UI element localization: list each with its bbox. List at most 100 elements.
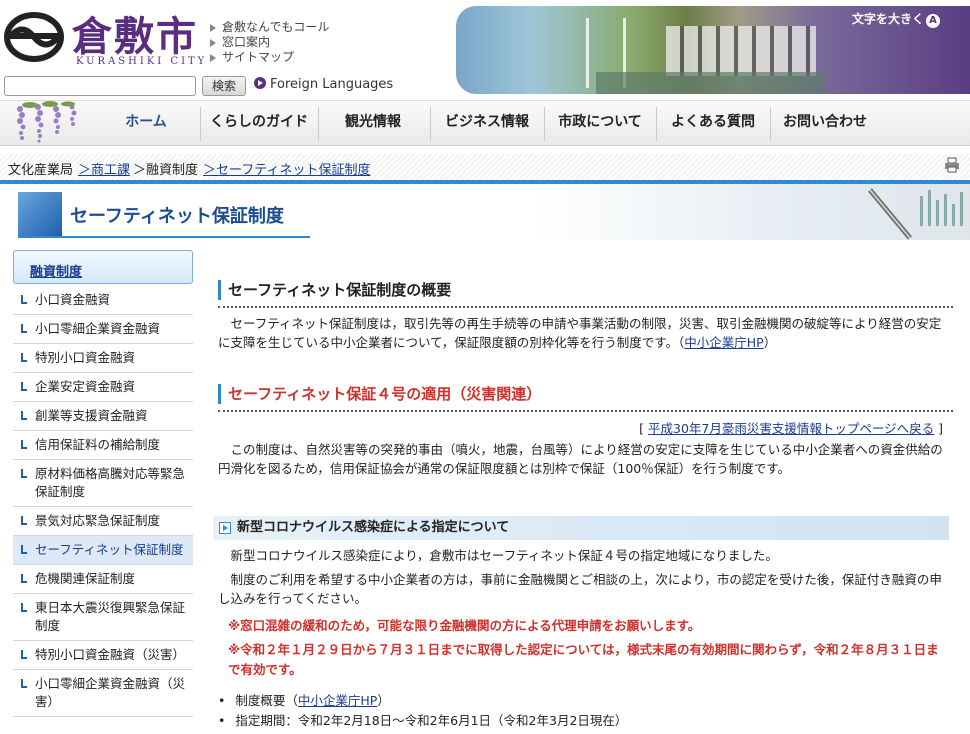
font-size-label: 文字を大きく xyxy=(852,12,925,26)
l-bullet-icon xyxy=(21,411,27,420)
heading-safety-net-no4: セーフティネット保証４号の適用（災害関連） xyxy=(218,384,541,404)
header-link-label: サイトマップ xyxy=(222,50,295,64)
corona-text-1: 新型コロナウイルス感染症により，倉敷市はセーフティネット保証４号の指定地域になり… xyxy=(230,548,778,563)
nav-city-government[interactable]: 市政について xyxy=(546,101,654,147)
sidebar-item[interactable]: 小口零細企業資金融資 xyxy=(13,315,193,344)
back-to-disaster-top-link[interactable]: 平成30年7月豪雨災害支援情報トップページへ戻る xyxy=(648,421,934,436)
l-bullet-icon xyxy=(21,353,27,362)
back-to-top-link-wrapper: [ 平成30年7月豪雨災害支援情報トップページへ戻る ] xyxy=(639,418,943,437)
no4-text: この制度は、自然災害等の突発的事由（噴火，地震，台風等）により経営の安定に支障を… xyxy=(218,442,943,476)
wisteria-decoration-icon xyxy=(17,101,77,143)
sidebar-item-label: セーフティネット保証制度 xyxy=(35,542,184,557)
bracket-open: [ xyxy=(639,421,649,436)
triangle-right-icon xyxy=(210,39,216,47)
sidebar-item[interactable]: 小口資金融資 xyxy=(13,286,193,315)
overview-body: セーフティネット保証制度は，取引先等の再生手続等の申請や事業活動の制限，災害、取… xyxy=(218,316,942,350)
bullet-link-sme-agency[interactable]: 中小企業庁HP xyxy=(298,693,377,708)
sidebar-item[interactable]: 景気対応緊急保証制度 xyxy=(13,507,193,536)
bullet-period: 指定期間：令和2年2月18日～令和2年6月1日（令和2年3月2日現在） xyxy=(218,712,627,730)
l-bullet-icon xyxy=(21,382,27,391)
print-icon[interactable] xyxy=(944,157,960,173)
triangle-right-icon xyxy=(210,54,216,62)
breadcrumb-link-commerce[interactable]: ＞商工課 xyxy=(78,159,130,178)
nav-tourism[interactable]: 観光情報 xyxy=(320,101,426,147)
l-bullet-icon xyxy=(21,440,27,449)
overview-close: ） xyxy=(763,335,777,350)
global-nav: ホーム くらしのガイド 観光情報 ビジネス情報 市政について よくある質問 お問… xyxy=(0,100,970,146)
l-bullet-icon xyxy=(21,295,27,304)
l-bullet-icon xyxy=(21,324,27,333)
nav-living-guide[interactable]: くらしのガイド xyxy=(202,101,316,147)
sidebar-item-label: 特別小口資金融資（災害） xyxy=(35,647,186,662)
sidebar-item-label: 信用保証料の補給制度 xyxy=(35,437,161,452)
nav-home[interactable]: ホーム xyxy=(96,101,196,147)
nav-business[interactable]: ビジネス情報 xyxy=(432,101,542,147)
sidebar-item-label: 特別小口資金融資 xyxy=(35,350,136,365)
sidebar-item[interactable]: 東日本大震災復興緊急保証制度 xyxy=(13,594,193,641)
l-bullet-icon xyxy=(21,469,27,478)
nav-contact[interactable]: お問い合わせ xyxy=(772,101,878,147)
sidebar-item[interactable]: 企業安定資金融資 xyxy=(13,373,193,402)
overview-text: セーフティネット保証制度は，取引先等の再生手続等の申請や事業活動の制限，災害、取… xyxy=(218,314,948,352)
font-size-button[interactable]: 文字を大きく A xyxy=(852,10,941,28)
sidebar-item[interactable]: 小口零細企業資金融資（災害） xyxy=(13,670,193,717)
sidebar-item[interactable]: 特別小口資金融資 xyxy=(13,344,193,373)
l-bullet-icon xyxy=(21,516,27,525)
corona-text-2: 制度のご利用を希望する中小企業者の方は，事前に金融機関とご相談の上，次により，市… xyxy=(218,572,942,606)
page-title: セーフティネット保証制度 xyxy=(70,206,284,227)
bullet-overview: 制度概要（中小企業庁HP） xyxy=(218,692,390,710)
sidebar-item-label: 小口零細企業資金融資 xyxy=(35,321,161,336)
header-link-counter[interactable]: 窓口案内 xyxy=(210,35,329,50)
page-title-area: セーフティネット保証制度 xyxy=(0,184,970,240)
play-circle-icon xyxy=(254,77,266,89)
breadcrumb-link-current[interactable]: ＞セーフティネット保証制度 xyxy=(203,159,370,178)
l-bullet-icon xyxy=(21,650,27,659)
sidebar-item-label: 原材料価格高騰対応等緊急保証制度 xyxy=(35,466,186,499)
l-bullet-icon xyxy=(21,603,27,612)
breadcrumb: 文化産業局 ＞商工課 ＞融資制度 ＞セーフティネット保証制度 xyxy=(0,154,970,180)
sidebar-item-label: 危機関連保証制度 xyxy=(35,571,136,586)
bullet-text: 制度概要（ xyxy=(235,693,298,708)
site-header: 倉敷市 KURASHIKI CITY 倉敷なんでもコール 窓口案内 サイトマップ… xyxy=(0,0,970,100)
sidebar-item[interactable]: 創業等支援資金融資 xyxy=(13,402,193,431)
sidebar-item[interactable]: 危機関連保証制度 xyxy=(13,565,193,594)
l-bullet-icon xyxy=(21,545,27,554)
header-links: 倉敷なんでもコール 窓口案内 サイトマップ xyxy=(210,20,329,65)
sidebar-item[interactable]: 信用保証料の補給制度 xyxy=(13,431,193,460)
search-input[interactable] xyxy=(4,76,196,96)
bullet-text: ） xyxy=(377,693,390,708)
sidebar-item-label: 東日本大震災復興緊急保証制度 xyxy=(35,600,186,633)
square-arrow-icon xyxy=(219,522,231,534)
sidebar-item-label: 景気対応緊急保証制度 xyxy=(35,513,161,528)
triangle-right-icon xyxy=(210,24,216,32)
sidebar-list: 小口資金融資 小口零細企業資金融資 特別小口資金融資 企業安定資金融資 創業等支… xyxy=(13,286,193,717)
search-button[interactable]: 検索 xyxy=(202,76,246,96)
header-link-label: 窓口案内 xyxy=(222,35,271,49)
sidebar-item-active[interactable]: セーフティネット保証制度 xyxy=(13,536,193,565)
sidebar-item-label: 小口零細企業資金融資（災害） xyxy=(35,676,186,709)
header-link-call[interactable]: 倉敷なんでもコール xyxy=(210,20,329,35)
breadcrumb-item: ＞融資制度 xyxy=(133,163,199,178)
title-square-icon xyxy=(18,192,62,236)
heading-corona: 新型コロナウイルス感染症による指定について xyxy=(213,516,949,540)
sidebar-header[interactable]: 融資制度 xyxy=(13,250,193,284)
site-logo[interactable]: 倉敷市 xyxy=(72,4,198,62)
red-note-proxy: ※窓口混雑の緩和のため，可能な限り金融機関の方による代理申請をお願いします。 xyxy=(228,618,701,633)
foreign-languages-label: Foreign Languages xyxy=(270,77,394,92)
l-bullet-icon xyxy=(21,574,27,583)
sidebar-item[interactable]: 特別小口資金融資（災害） xyxy=(13,641,193,670)
sidebar-item-label: 企業安定資金融資 xyxy=(35,379,136,394)
sidebar-item[interactable]: 原材料価格高騰対応等緊急保証制度 xyxy=(13,460,193,507)
foreign-languages-link[interactable]: Foreign Languages xyxy=(254,77,393,92)
city-emblem-icon[interactable] xyxy=(4,12,64,62)
header-link-sitemap[interactable]: サイトマップ xyxy=(210,50,329,65)
font-size-icon: A xyxy=(926,14,941,28)
bracket-close: ] xyxy=(934,421,943,436)
heading-corona-label: 新型コロナウイルス感染症による指定について xyxy=(237,520,510,535)
heading-overview: セーフティネット保証制度の概要 xyxy=(218,280,451,300)
sidebar-item-label: 小口資金融資 xyxy=(35,292,111,307)
red-note-validity: ※令和２年１月２９日から７月３１日までに取得した認定については，様式末尾の有効期… xyxy=(228,642,939,677)
overview-link-sme-agency[interactable]: 中小企業庁HP xyxy=(684,335,763,350)
nav-faq[interactable]: よくある質問 xyxy=(658,101,768,147)
breadcrumb-item: 文化産業局 xyxy=(8,163,74,178)
